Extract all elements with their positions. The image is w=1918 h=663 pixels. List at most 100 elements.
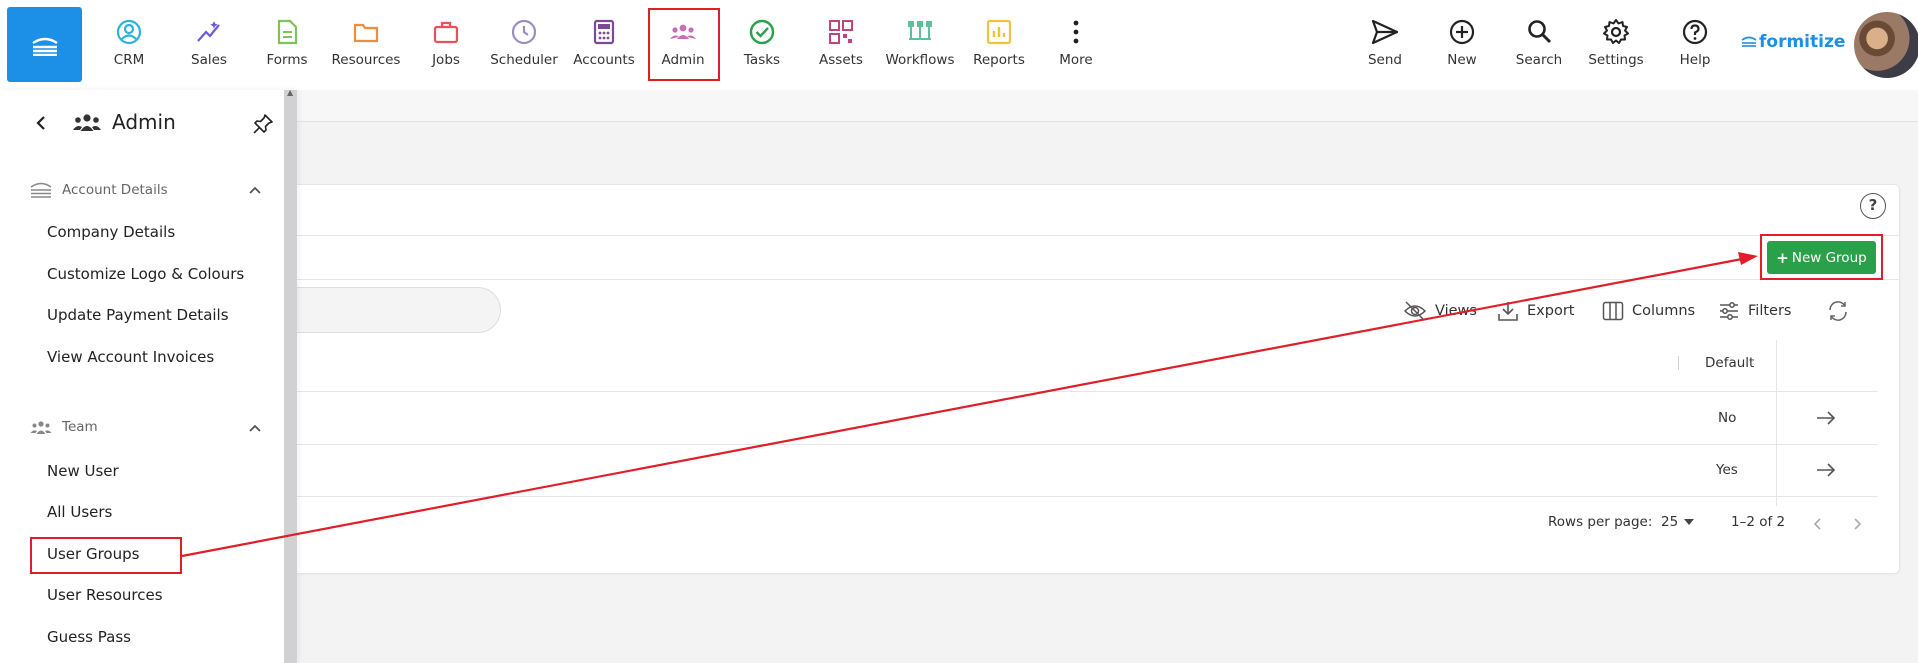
rows-per-page-value: 25 (1661, 514, 1679, 530)
nav-reports[interactable]: Reports (959, 18, 1039, 74)
sidebar-title-label: Admin (112, 110, 176, 134)
forms-icon (277, 19, 298, 45)
export-button[interactable]: Export (1497, 298, 1574, 324)
nav-forms[interactable]: Forms (247, 18, 327, 74)
sidebar-item-user-resources[interactable]: User Resources (47, 586, 163, 604)
refresh-button[interactable] (1827, 298, 1849, 324)
jobs-icon (433, 21, 459, 44)
team-admin-icon (73, 114, 101, 131)
admin-highlight-box (648, 8, 720, 81)
columns-icon (1602, 301, 1624, 321)
user-groups-highlight-box (30, 537, 182, 574)
top-navigation-bar: CRM Sales Forms Resources Jobs Scheduler… (0, 0, 1918, 90)
home-logo-icon (31, 37, 58, 56)
scheduler-icon (511, 19, 537, 45)
nav-help-label: Help (1679, 52, 1711, 68)
views-button[interactable]: Views (1403, 298, 1477, 324)
back-chevron-icon[interactable] (33, 112, 49, 134)
columns-button[interactable]: Columns (1602, 298, 1695, 324)
nav-tasks-label: Tasks (743, 52, 781, 68)
chevron-up-icon[interactable] (248, 183, 262, 197)
section-team[interactable]: Team (30, 419, 98, 435)
section-team-label: Team (62, 419, 98, 435)
sidebar-item-view-invoices[interactable]: View Account Invoices (47, 348, 214, 366)
brand-mark-icon (1741, 36, 1757, 47)
nav-search-label: Search (1515, 52, 1563, 68)
nav-settings[interactable]: Settings (1576, 18, 1656, 74)
nav-new[interactable]: New (1422, 18, 1502, 74)
export-label: Export (1527, 303, 1575, 319)
row-1-open-arrow-icon[interactable] (1815, 407, 1837, 429)
next-page-icon[interactable] (1849, 516, 1865, 532)
row-2-open-arrow-icon[interactable] (1815, 459, 1837, 481)
nav-crm[interactable]: CRM (89, 18, 169, 74)
caret-down-icon (1684, 519, 1695, 525)
sales-icon (197, 21, 220, 42)
refresh-icon (1829, 301, 1847, 321)
previous-page-icon[interactable] (1810, 516, 1826, 532)
sidebar-item-guess-pass[interactable]: Guess Pass (47, 628, 131, 646)
nav-resources[interactable]: Resources (326, 18, 406, 74)
team-icon (30, 421, 52, 434)
sliders-icon (1720, 302, 1738, 320)
crm-icon (116, 19, 142, 45)
nav-forms-label: Forms (266, 52, 308, 68)
nav-scheduler[interactable]: Scheduler (484, 18, 564, 74)
nav-sales[interactable]: Sales (169, 18, 249, 74)
nav-scheduler-label: Scheduler (490, 52, 558, 68)
user-avatar[interactable] (1854, 12, 1918, 78)
rows-per-page-label: Rows per page: (1548, 514, 1653, 530)
row-1-default: No (1718, 410, 1737, 426)
workflows-icon (908, 21, 932, 40)
nav-accounts[interactable]: Accounts (564, 18, 644, 74)
eye-off-icon (1403, 301, 1427, 321)
nav-send[interactable]: Send (1345, 18, 1425, 74)
nav-assets[interactable]: Assets (801, 18, 881, 74)
filters-button[interactable]: Filters (1718, 298, 1791, 324)
nav-search[interactable]: Search (1499, 18, 1579, 74)
accounts-icon (593, 19, 615, 45)
section-account-details-label: Account Details (62, 182, 168, 198)
nav-reports-label: Reports (973, 52, 1025, 68)
sidebar-item-update-payment[interactable]: Update Payment Details (47, 306, 229, 324)
rows-per-page-select[interactable]: 25 (1661, 514, 1695, 530)
plus-circle-icon (1449, 19, 1475, 45)
tasks-icon (749, 19, 775, 45)
nav-new-label: New (1447, 52, 1477, 68)
sidebar-item-customize-logo[interactable]: Customize Logo & Colours (47, 265, 244, 283)
search-icon (1528, 20, 1552, 44)
filters-label: Filters (1748, 303, 1792, 319)
nav-workflows[interactable]: Workflows (880, 18, 960, 74)
column-header-default[interactable]: Default (1705, 355, 1754, 371)
nav-send-label: Send (1367, 52, 1402, 68)
nav-help[interactable]: Help (1655, 18, 1735, 74)
row-2-default: Yes (1716, 462, 1738, 478)
reports-icon (986, 19, 1012, 45)
more-icon (1073, 20, 1079, 44)
sidebar-scrollbar[interactable] (284, 90, 297, 663)
assets-icon (829, 20, 853, 44)
table-header-divider (120, 391, 1878, 392)
nav-tasks[interactable]: Tasks (722, 18, 802, 74)
scroll-up-arrow-icon[interactable]: ▲ (287, 88, 293, 97)
nav-crm-label: CRM (113, 52, 145, 68)
column-separator[interactable] (1678, 356, 1679, 370)
new-group-highlight-box (1760, 234, 1883, 280)
pin-icon[interactable] (252, 113, 274, 135)
sidebar-item-company-details[interactable]: Company Details (47, 223, 175, 241)
nav-settings-label: Settings (1588, 52, 1644, 68)
nav-more[interactable]: More (1036, 18, 1116, 74)
download-icon (1498, 302, 1518, 321)
chevron-up-icon[interactable] (248, 421, 262, 435)
section-account-details[interactable]: Account Details (30, 181, 168, 199)
sidebar-item-all-users[interactable]: All Users (47, 503, 112, 521)
sidebar-title: Admin (72, 110, 176, 134)
resources-icon (353, 23, 379, 43)
sidebar-item-new-user[interactable]: New User (47, 462, 119, 480)
nav-resources-label: Resources (331, 52, 401, 68)
home-button[interactable] (7, 7, 82, 82)
page-help-button[interactable]: ? (1860, 193, 1886, 219)
brand-logo[interactable]: formitize (1741, 32, 1845, 52)
table-row-divider-2 (120, 496, 1878, 497)
nav-jobs[interactable]: Jobs (406, 18, 486, 74)
